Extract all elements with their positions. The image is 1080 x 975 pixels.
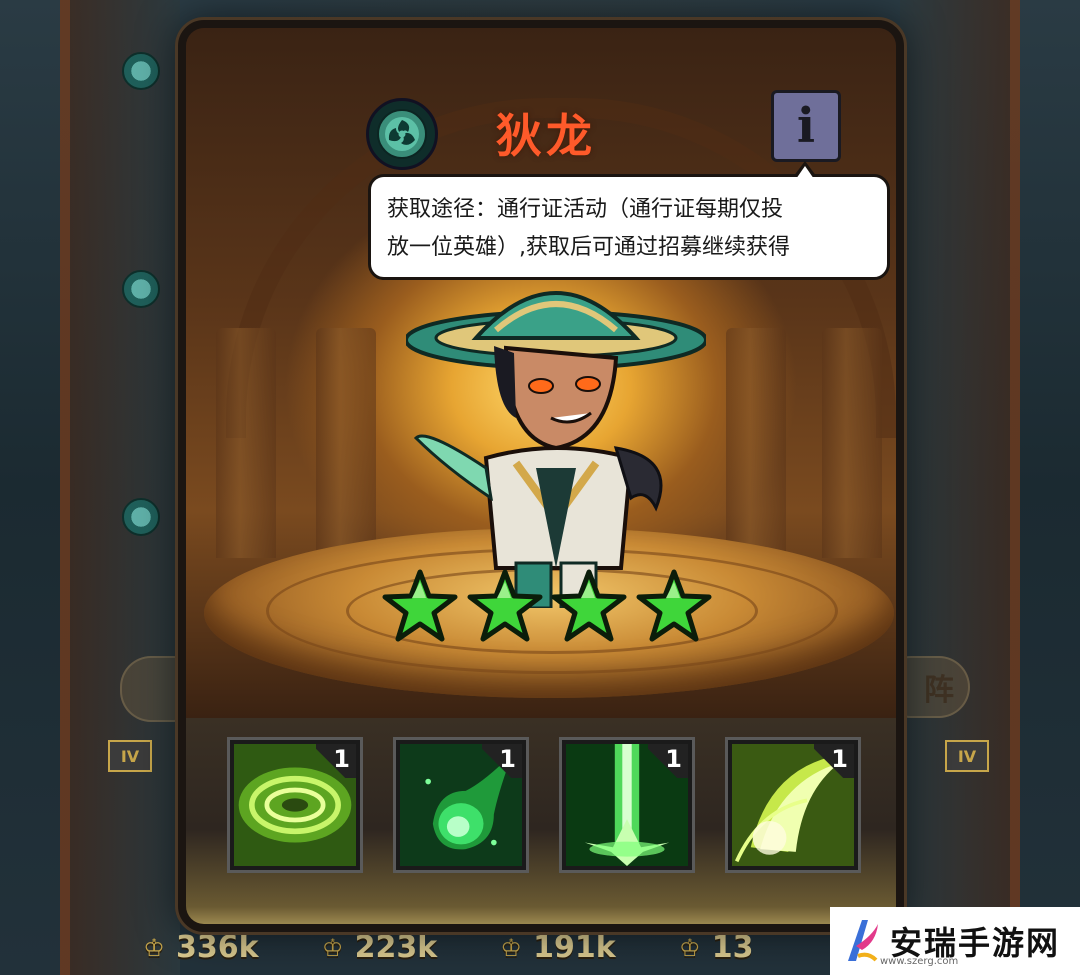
power-value: 191k bbox=[533, 930, 616, 965]
skill-level-badge: 1 bbox=[648, 744, 688, 778]
background-element-icon bbox=[122, 52, 160, 90]
info-icon: i bbox=[796, 98, 816, 154]
crown-icon: ♔ bbox=[321, 933, 344, 962]
star-icon bbox=[467, 569, 543, 642]
level-tag-text: IV bbox=[957, 746, 977, 766]
star-rating bbox=[382, 568, 712, 648]
hero-name: 狄龙 bbox=[496, 109, 596, 163]
crown-icon: ♔ bbox=[143, 933, 165, 962]
skill-slot-4[interactable]: 1 bbox=[728, 740, 858, 870]
power-item: ♔ 13 bbox=[676, 930, 754, 965]
power-value: 13 bbox=[711, 930, 754, 965]
power-item: ♔ 223k bbox=[319, 930, 438, 965]
star-icon bbox=[636, 569, 712, 642]
power-value: 223k bbox=[354, 930, 438, 965]
wind-element-icon bbox=[366, 98, 438, 170]
watermark-url: www.szerg.com bbox=[880, 956, 959, 967]
info-button[interactable]: i bbox=[771, 90, 841, 162]
acquisition-tooltip: 获取途径：通行证活动（通行证每期仅投 放一位英雄）,获取后可通过招募继续获得 bbox=[368, 161, 890, 280]
star-icon bbox=[551, 569, 627, 642]
crown-icon: ♔ bbox=[678, 933, 701, 962]
skill-slot-2[interactable]: 1 bbox=[396, 740, 526, 870]
background-level-tag: IV bbox=[108, 740, 152, 772]
skill-slot-3[interactable]: 1 bbox=[562, 740, 692, 870]
watermark-logo-icon bbox=[848, 920, 878, 962]
stage-pillar bbox=[822, 328, 882, 558]
background-left-panel bbox=[60, 0, 180, 975]
stage-pillar bbox=[726, 328, 786, 558]
skill-level-badge: 1 bbox=[482, 744, 522, 778]
tooltip-line-1: 获取途径：通行证活动（通行证每期仅投 bbox=[387, 197, 784, 222]
hero-detail-modal: 狄龙 i 获取途径：通行证活动（通行证每期仅投 放一位英雄）,获取后可通过招募继… bbox=[178, 20, 904, 932]
background-level-tag: IV bbox=[945, 740, 989, 772]
formation-button-label: 阵 bbox=[924, 673, 954, 708]
background-element-icon bbox=[122, 270, 160, 308]
skill-level-badge: 1 bbox=[316, 744, 356, 778]
skill-level-badge: 1 bbox=[814, 744, 854, 778]
crown-icon: ♔ bbox=[500, 933, 522, 962]
background-right-panel bbox=[900, 0, 1020, 975]
power-value: 336k bbox=[176, 930, 259, 965]
tooltip-line-2: 放一位英雄）,获取后可通过招募继续获得 bbox=[387, 235, 790, 260]
stage-pillar bbox=[316, 328, 376, 558]
skill-slot-1[interactable]: 1 bbox=[230, 740, 360, 870]
level-tag-text: IV bbox=[120, 746, 140, 766]
power-item: ♔ 336k bbox=[140, 930, 259, 965]
hero-figure bbox=[406, 291, 706, 608]
stage-pillar bbox=[216, 328, 276, 558]
background-element-icon bbox=[122, 498, 160, 536]
power-item: ♔ 191k bbox=[497, 930, 616, 965]
star-icon bbox=[382, 569, 458, 642]
